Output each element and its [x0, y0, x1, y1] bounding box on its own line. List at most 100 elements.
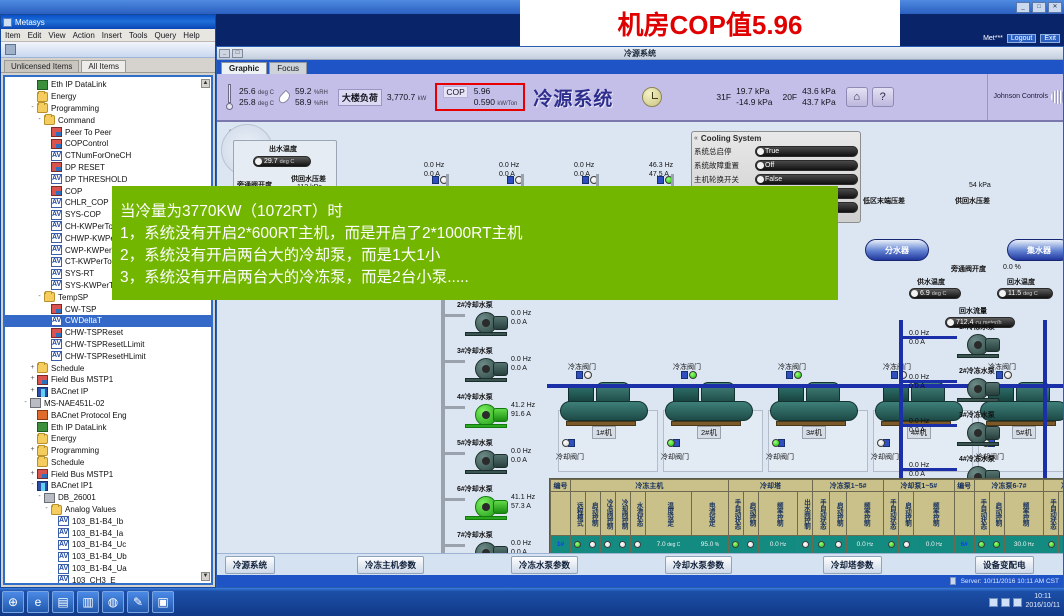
table-row[interactable]: 1# 7.0 deg C 95.0 % 0.0 Hz 0.0 Hz 0.0 Hz 6# 30.…: [550, 535, 1063, 553]
tree-item-schedule[interactable]: + Schedule: [5, 362, 211, 374]
tree-item-field-bus-mstp1[interactable]: + Field Bus MSTP1: [5, 468, 211, 480]
tab-focus[interactable]: Focus: [269, 62, 308, 74]
indicator-cell[interactable]: [812, 535, 831, 553]
graphic-tab-strip[interactable]: Graphic Focus: [217, 60, 1063, 74]
indicator-cell[interactable]: [1043, 535, 1060, 553]
menu-item-insert[interactable]: Insert: [102, 31, 122, 40]
tree-item-energy[interactable]: Energy: [5, 90, 211, 103]
tree-item-db-26001[interactable]: - DB_26001: [5, 492, 211, 504]
chiller-current-setpoint[interactable]: 95.0 %: [691, 535, 729, 553]
site-icon[interactable]: [5, 44, 16, 55]
maximize-button[interactable]: □: [1032, 2, 1046, 13]
tree-expander-icon[interactable]: +: [28, 470, 37, 479]
chiller-temp-setpoint[interactable]: 7.0 deg C: [644, 535, 693, 553]
tree-expander-icon[interactable]: -: [28, 104, 37, 113]
indicator-cell[interactable]: [829, 535, 847, 553]
tree-item-103-b1-b4-ub[interactable]: AV 103_B1-B4_Ub: [5, 551, 211, 563]
system-tray[interactable]: 10:11 2016/10/11: [989, 593, 1064, 611]
tab-graphic[interactable]: Graphic: [221, 62, 268, 74]
indicator-cell[interactable]: [614, 535, 631, 553]
tree-tab-strip[interactable]: Unlicensed Items All Items: [1, 58, 215, 73]
tray-icon-1[interactable]: [989, 597, 999, 607]
metasys-user-strip[interactable]: Met*** Logout Exit: [944, 30, 1064, 46]
menu-item-tools[interactable]: Tools: [129, 31, 148, 40]
menu-item-item[interactable]: Item: [5, 31, 21, 40]
tree-scroll-up-button[interactable]: ▲: [201, 79, 210, 88]
tree-item-eth-ip-datalink[interactable]: Eth IP DataLink: [5, 79, 211, 91]
header-action-buttons[interactable]: ⌂ ?: [841, 74, 899, 120]
cwp-frequency[interactable]: 0.0 Hz: [913, 535, 955, 553]
indicator-cell[interactable]: [797, 535, 814, 553]
tree-item-103-b1-b4-ua[interactable]: AV 103_B1-B4_Ua: [5, 563, 211, 575]
indicator-cell[interactable]: [898, 535, 915, 553]
tree-item-field-bus-mstp1[interactable]: + Field Bus MSTP1: [5, 374, 211, 386]
menu-item-action[interactable]: Action: [73, 31, 95, 40]
indicator-cell[interactable]: [570, 535, 586, 553]
tree-expander-icon[interactable]: -: [35, 293, 44, 302]
cooling-system-row[interactable]: 系统故障重置 Off: [694, 158, 858, 172]
tree-item-cwdeltat[interactable]: AV CWDeltaT: [5, 314, 211, 327]
tree-item-cw-tsp[interactable]: CW-TSP: [5, 303, 211, 315]
navigation-tree[interactable]: Eth IP DataLink Energy - Programming - Comman…: [3, 75, 213, 585]
minimize-button[interactable]: _: [1016, 2, 1030, 13]
tree-item-103-b1-b4-uc[interactable]: AV 103_B1-B4_Uc: [5, 539, 211, 551]
tree-expander-icon[interactable]: +: [28, 364, 37, 373]
tree-item-ctnumforonech[interactable]: AV CTNumForOneCH: [5, 150, 211, 162]
chart-icon[interactable]: ▥: [77, 591, 99, 613]
parameter-table[interactable]: 编号冷冻主机冷却塔冷冻泵1~5#冷却泵1~5#编号冷冻泵6-7#冷却泵6-7# …: [549, 478, 1063, 553]
indicator-cell[interactable]: [742, 535, 759, 553]
indicator-cell[interactable]: [584, 535, 601, 553]
tree-item-programming[interactable]: - Programming: [5, 102, 211, 115]
indicator-cell[interactable]: [1058, 535, 1063, 553]
windows-taskbar[interactable]: ⊕ e ▤ ▥ ◍ ✎ ▣ 10:11 2016/10/11: [0, 588, 1064, 616]
tree-expander-icon[interactable]: +: [28, 375, 37, 384]
nav-button-冷却水泵参数[interactable]: 冷却水泵参数: [665, 555, 733, 574]
metasys-icon[interactable]: ▣: [152, 591, 174, 613]
menu-item-query[interactable]: Query: [155, 31, 177, 40]
tree-item-103-ch3-e[interactable]: AV 103_CH3_E: [5, 574, 211, 583]
chwp2-frequency[interactable]: 30.0 Hz: [1003, 535, 1045, 553]
indicator-cell[interactable]: [629, 535, 646, 553]
tree-item-dp-threshold[interactable]: AV DP THRESHOLD: [5, 173, 211, 185]
indicator-cell[interactable]: [599, 535, 616, 553]
cooling-system-row[interactable]: 系统总启停 True: [694, 144, 858, 158]
tree-expander-icon[interactable]: +: [28, 387, 37, 396]
nav-button-冷冻主机参数[interactable]: 冷冻主机参数: [357, 555, 425, 574]
collapse-icon[interactable]: «: [694, 135, 698, 142]
graphic-minimize-button[interactable]: _: [219, 48, 230, 58]
tower-frequency[interactable]: 0.0 Hz: [757, 535, 799, 553]
tree-item-ms-nae451l-02[interactable]: - MS-NAE451L-02: [5, 398, 211, 410]
tree-item-programming[interactable]: + Programming: [5, 444, 211, 457]
indicator-cell[interactable]: [988, 535, 1005, 553]
cooling-system-row-value[interactable]: Off: [755, 159, 858, 171]
tray-icon-3[interactable]: [1013, 597, 1023, 607]
close-button[interactable]: ✕: [1048, 2, 1062, 13]
tree-expander-icon[interactable]: +: [28, 446, 37, 455]
chwp-frequency[interactable]: 0.0 Hz: [845, 535, 884, 553]
tree-item-chw-tspreset[interactable]: CHW-TSPReset: [5, 327, 211, 339]
nav-button-冷冻水泵参数[interactable]: 冷冻水泵参数: [511, 555, 579, 574]
help-icon[interactable]: ?: [871, 87, 894, 107]
indicator-cell[interactable]: [727, 535, 744, 553]
window-control-buttons[interactable]: _ □ ✕: [1016, 2, 1062, 13]
taskbar-clock[interactable]: 10:11 2016/10/11: [1025, 593, 1060, 611]
folder-icon[interactable]: ▤: [52, 591, 74, 613]
indicator-cell[interactable]: [882, 535, 900, 553]
tree-expander-icon[interactable]: -: [28, 481, 37, 490]
cooling-system-row-value[interactable]: False: [755, 173, 858, 185]
graphic-maximize-button[interactable]: □: [232, 48, 243, 58]
tree-item-chw-tspresetllimit[interactable]: AV CHW-TSPResetLLimit: [5, 339, 211, 351]
tree-expander-icon[interactable]: -: [21, 399, 30, 408]
tree-item-command[interactable]: - Command: [5, 114, 211, 126]
tree-item-schedule[interactable]: Schedule: [5, 456, 211, 469]
tool-icon[interactable]: ✎: [127, 591, 149, 613]
nav-button-冷源系统[interactable]: 冷源系统: [225, 555, 276, 574]
graphic-window-buttons[interactable]: _ □: [219, 48, 243, 58]
menu-item-view[interactable]: View: [48, 31, 65, 40]
tree-item-chw-tspresethlimit[interactable]: AV CHW-TSPResetHLimit: [5, 350, 211, 362]
tree-item-eth-ip-datalink[interactable]: Eth IP DataLink: [5, 421, 211, 433]
start-orb-icon[interactable]: ⊕: [2, 591, 24, 613]
tree-item-dp-reset[interactable]: DP RESET: [5, 162, 211, 174]
tab-all-items[interactable]: All Items: [81, 60, 127, 72]
tray-icon-2[interactable]: [1001, 597, 1011, 607]
